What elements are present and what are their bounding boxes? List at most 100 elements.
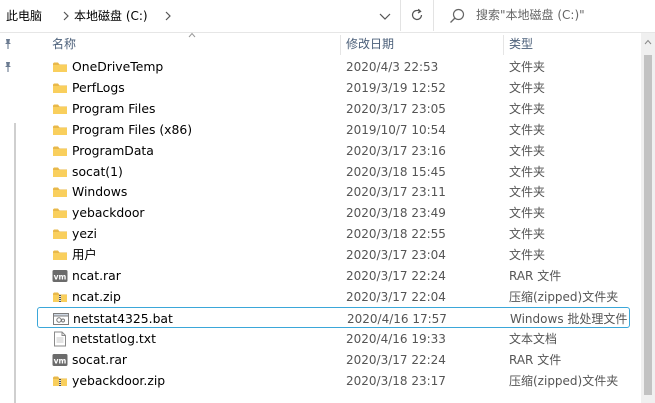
file-modified-date: 2020/3/18 15:45 [346, 164, 446, 179]
file-row[interactable]: Program Files (x86) 2019/10/7 10:54 文件夹 [36, 119, 634, 140]
pin-icon[interactable] [2, 38, 14, 50]
file-list: 名称 修改日期 类型 OneDriveTemp 2020/4/3 22:53 文件夹… [16, 32, 641, 403]
folder-icon [52, 247, 68, 263]
vertical-scrollbar[interactable] [641, 33, 655, 403]
folder-icon [52, 226, 68, 242]
column-header-modified[interactable]: 修改日期 [346, 36, 394, 52]
file-modified-date: 2020/4/3 22:53 [346, 60, 439, 74]
vm-archive-icon: vm [52, 268, 68, 284]
folder-icon [52, 80, 68, 96]
file-modified-date: 2020/3/17 22:04 [346, 289, 446, 304]
file-modified-date: 2019/10/7 10:54 [346, 122, 446, 137]
file-row[interactable]: vm socat.rar 2020/3/17 22:24 RAR 文件 [36, 349, 634, 370]
zip-folder-icon [52, 373, 68, 389]
chevron-right-icon[interactable] [61, 9, 71, 23]
file-type: RAR 文件 [509, 269, 562, 283]
file-modified-date: 2020/3/18 23:49 [346, 206, 446, 221]
folder-icon [52, 101, 68, 117]
file-name: yezi [72, 226, 97, 242]
file-modified-date: 2020/4/16 17:57 [347, 311, 447, 326]
file-row[interactable]: yezi 2020/3/18 22:55 文件夹 [36, 223, 634, 244]
file-row[interactable]: OneDriveTemp 2020/4/3 22:53 文件夹 [36, 56, 634, 77]
file-modified-date: 2020/3/17 22:24 [346, 352, 446, 367]
file-name: Program Files [72, 100, 156, 116]
refresh-icon [411, 8, 423, 21]
search-input[interactable] [476, 6, 652, 24]
file-type: 文本文档 [509, 331, 558, 346]
folder-icon [52, 164, 68, 180]
file-type: 文件夹 [509, 164, 546, 179]
file-name: netstatlog.txt [72, 330, 156, 346]
file-type: 文件夹 [509, 206, 546, 221]
chevron-right-icon[interactable] [163, 9, 173, 23]
sort-ascending-icon [188, 32, 196, 38]
address-bar[interactable]: 此电脑 本地磁盘 (C:) [0, 0, 398, 31]
column-header-row: 名称 修改日期 类型 [16, 32, 641, 55]
folder-icon [52, 143, 68, 159]
file-name: socat.rar [72, 351, 128, 367]
column-header-type[interactable]: 类型 [509, 36, 533, 52]
file-row[interactable]: Windows 2020/3/17 23:11 文件夹 [36, 181, 634, 202]
navigation-pane [0, 33, 16, 403]
text-file-icon [52, 331, 68, 347]
file-name: ncat.rar [72, 268, 121, 283]
svg-text:vm: vm [54, 272, 67, 281]
file-row[interactable]: netstatlog.txt 2020/4/16 19:33 文本文档 [36, 328, 634, 349]
breadcrumb-this-pc[interactable]: 此电脑 [6, 8, 42, 24]
vm-archive-icon: vm [52, 352, 68, 368]
search-box[interactable] [438, 0, 655, 31]
file-modified-date: 2020/3/17 23:04 [346, 248, 446, 263]
file-type: 文件夹 [509, 80, 546, 95]
folder-icon [52, 184, 68, 200]
file-row[interactable]: 用户 2020/3/17 23:04 文件夹 [36, 244, 634, 265]
file-modified-date: 2020/3/17 23:11 [346, 185, 446, 200]
file-row[interactable]: ncat.zip 2020/3/17 22:04 压缩(zipped)文件夹 [36, 286, 634, 307]
file-type: 文件夹 [509, 101, 546, 116]
file-name: ncat.zip [72, 288, 121, 304]
file-type: 文件夹 [509, 143, 546, 158]
folder-icon [52, 59, 68, 75]
file-modified-date: 2020/3/17 23:16 [346, 143, 446, 158]
file-type: 文件夹 [509, 122, 546, 137]
file-modified-date: 2020/3/17 22:24 [346, 269, 446, 283]
file-row[interactable]: Program Files 2020/3/17 23:05 文件夹 [36, 98, 634, 119]
file-row[interactable]: vm ncat.rar 2020/3/17 22:24 RAR 文件 [36, 265, 634, 286]
file-modified-date: 2020/3/18 22:55 [346, 227, 446, 242]
refresh-button[interactable] [400, 0, 434, 31]
file-row-selected[interactable]: netstat4325.bat 2020/4/16 17:57 Windows 批处… [37, 306, 630, 328]
file-name: socat(1) [72, 163, 123, 179]
file-type: RAR 文件 [509, 352, 562, 367]
file-name: 用户 [72, 247, 97, 263]
file-type: 文件夹 [509, 185, 546, 200]
folder-icon [52, 205, 68, 221]
breadcrumb-local-disk-c[interactable]: 本地磁盘 (C:) [74, 8, 148, 24]
file-name: yebackdoor [72, 205, 145, 221]
file-row[interactable]: yebackdoor 2020/3/18 23:49 文件夹 [36, 202, 634, 223]
file-modified-date: 2020/3/18 23:17 [346, 373, 446, 388]
chevron-down-icon[interactable] [372, 6, 398, 26]
column-divider[interactable] [340, 35, 341, 55]
file-name: ProgramData [72, 142, 154, 158]
column-header-name[interactable]: 名称 [52, 36, 76, 52]
file-name: OneDriveTemp [72, 59, 164, 74]
scroll-up-icon[interactable] [644, 39, 652, 45]
file-row[interactable]: ProgramData 2020/3/17 23:16 文件夹 [36, 140, 634, 161]
pin-icon[interactable] [2, 61, 14, 73]
file-type: 文件夹 [509, 248, 546, 263]
column-divider[interactable] [503, 35, 504, 55]
address-toolbar: 此电脑 本地磁盘 (C:) [0, 0, 655, 33]
file-type: Windows 批处理文件 [510, 311, 628, 326]
scrollbar-thumb[interactable] [644, 55, 652, 395]
file-row[interactable]: PerfLogs 2019/3/19 12:52 文件夹 [36, 77, 634, 98]
file-row[interactable]: yebackdoor.zip 2020/3/18 23:17 压缩(zipped)文… [36, 370, 634, 391]
file-type: 压缩(zipped)文件夹 [509, 289, 619, 304]
file-modified-date: 2020/3/17 23:05 [346, 101, 446, 116]
folder-icon [52, 122, 68, 138]
file-name: netstat4325.bat [73, 310, 173, 326]
file-row[interactable]: socat(1) 2020/3/18 15:45 文件夹 [36, 161, 634, 182]
batch-file-icon [53, 311, 69, 327]
file-name: yebackdoor.zip [72, 372, 166, 388]
file-name: PerfLogs [72, 79, 125, 95]
file-modified-date: 2019/3/19 12:52 [346, 80, 446, 95]
zip-folder-icon [52, 289, 68, 305]
